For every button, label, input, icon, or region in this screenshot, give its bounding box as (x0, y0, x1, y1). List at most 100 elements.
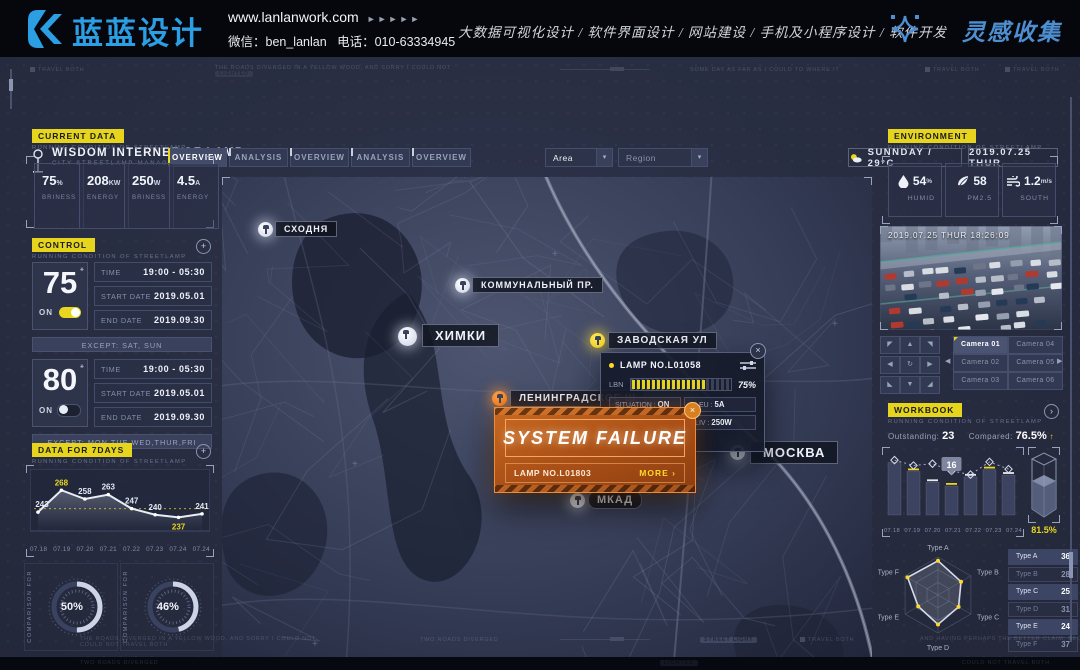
tab-analysis-1[interactable]: ANALYSIS (229, 148, 288, 167)
camera-buttons: Camera 01 Camera 02 Camera 03 Camera 04 … (953, 336, 1061, 388)
camera-prev-arrow[interactable]: ◀ (945, 357, 950, 365)
popup-close-icon[interactable]: × (750, 343, 766, 359)
current-data-subtitle: RUNNING CONDITION OF STREETLAMP (32, 145, 187, 151)
deco-text: TRAVEL BOTH (800, 637, 854, 643)
bulb-icon: ⚹ (80, 266, 84, 274)
dpad-left-button[interactable]: ◀ (880, 356, 900, 374)
camera-02-button[interactable]: Camera 02 (953, 354, 1008, 372)
legend-type-a[interactable]: Type A36 (1008, 549, 1078, 565)
brand-name: 蓝蓝设计 (72, 8, 204, 53)
svg-text:16: 16 (946, 460, 956, 470)
week-line-chart: 243268258263247240237241 (30, 469, 210, 539)
environment-title: ENVIRONMENT (888, 129, 976, 143)
map-pin-mkad[interactable] (570, 493, 585, 508)
deco-slider[interactable] (560, 637, 650, 643)
camera-01-button[interactable]: Camera 01 (953, 336, 1008, 354)
right-scroll-handle[interactable] (1069, 552, 1073, 578)
compared-stat: Compared: 76.5% ↑ (969, 430, 1054, 442)
chevron-down-icon: ▾ (691, 149, 707, 166)
workbook-subtitle: RUNNING CONDITION OF STREETLAMP (888, 419, 1043, 425)
toggle-off[interactable] (57, 404, 81, 417)
gauge-percent: 81.5% (1028, 525, 1060, 535)
svg-text:241: 241 (195, 502, 209, 511)
week-chart-x-axis: 07.1807.1907.2007.2107.2207.2307.2407.24 (30, 546, 210, 553)
stat-energy-kw: 208KW ENERGY (79, 163, 129, 229)
bulb-icon: ⚹ (80, 363, 84, 371)
brand-services: 大数据可视化设计 / 软件界面设计 / 网站建设 / 手机及小程序设计 / 软件… (458, 21, 947, 41)
map-pin-leningradskoe[interactable] (492, 391, 507, 406)
legend-type-b[interactable]: Type B28 (1008, 567, 1078, 583)
control-subtitle: RUNNING CONDITION OF STREETLAMP (32, 254, 187, 260)
svg-text:Type B: Type B (977, 570, 999, 577)
dpad-down-right-button[interactable]: ◢ (920, 376, 940, 394)
svg-text:237: 237 (172, 522, 186, 531)
svg-text:Type E: Type E (878, 615, 899, 622)
workbook-bar-panel: 16 07.1807.1907.2007.2107.2207.2307.24 (882, 447, 1024, 537)
dpad-down-button[interactable]: ▼ (900, 376, 920, 394)
arrows-icon: ►►►►► (367, 14, 422, 24)
lamp-popup-title: LAMP NO.L01058 (620, 360, 740, 370)
svg-text:247: 247 (125, 497, 139, 506)
dpad-right-button[interactable]: ▶ (920, 356, 940, 374)
sparkle-icon (888, 12, 922, 46)
more-button[interactable]: MORE › (639, 468, 676, 478)
camera-timestamp: 2019.07.25 THUR 18:26:09 (888, 231, 1010, 240)
env-wind-card: 1.2m/s SOUTH (1002, 163, 1056, 217)
svg-text:268: 268 (55, 478, 69, 487)
tab-overview-2[interactable]: OVERVIEW (290, 148, 349, 167)
map-label[interactable]: ХИМКИ (422, 324, 499, 347)
city-map[interactable]: + + + + СХОДНЯ КОММУНАЛЬНЫЙ ПР. ХИМКИ ЗА… (222, 177, 872, 670)
dpad-down-left-button[interactable]: ◣ (880, 376, 900, 394)
camera-next-arrow[interactable]: ▶ (1057, 357, 1062, 365)
map-pin-zavodskaya[interactable] (590, 333, 605, 348)
lbn-value: 75% (738, 380, 756, 390)
deco-slider[interactable] (560, 67, 650, 73)
deco-text: THE ROADS DIVERGED IN A YELLOW WOOD, AND… (215, 65, 451, 77)
week-chart-title: DATA FOR 7DAYS (32, 443, 132, 457)
deco-text: TRAVEL BOTH (30, 67, 84, 73)
workbook-x-axis: 07.1807.1907.2007.2107.2207.2307.24 (884, 528, 1022, 534)
map-label[interactable]: СХОДНЯ (275, 221, 337, 237)
legend-type-d[interactable]: Type D31 (1008, 602, 1078, 618)
map-label[interactable]: МКАД (588, 491, 642, 509)
dpad-up-left-button[interactable]: ◤ (880, 336, 900, 354)
region-select[interactable]: Region ▾ (618, 148, 708, 167)
workbook-bar-chart: 16 (884, 449, 1022, 521)
camera-03-button[interactable]: Camera 03 (953, 372, 1008, 390)
legend-type-c[interactable]: Type C25 (1008, 584, 1078, 600)
map-pin-kommunalny[interactable] (455, 278, 470, 293)
map-pin-khimki[interactable] (398, 327, 417, 346)
workbook-more-button[interactable]: › (1044, 404, 1059, 419)
gauge-value: 46% (157, 601, 179, 613)
environment-subtitle: RUNNING CONDITION OF STREETLAMP (888, 145, 1043, 151)
env-pm25-card: 58 PM2.5 (945, 163, 999, 217)
env-humidity-card: 54% HUMID (888, 163, 942, 217)
add-control-button[interactable]: + (196, 239, 211, 254)
droplet-icon (898, 175, 909, 188)
camera-06-button[interactable]: Camera 06 (1008, 372, 1063, 390)
camera-05-button[interactable]: Camera 05 (1008, 354, 1063, 372)
tab-overview-3[interactable]: OVERVIEW (412, 148, 471, 167)
legend-type-e[interactable]: Type E24 (1008, 619, 1078, 635)
alert-close-icon[interactable]: × (684, 402, 701, 419)
dpad-refresh-button[interactable]: ↻ (900, 356, 920, 374)
deco-text: TWO ROADS DIVERGED (420, 637, 499, 643)
dpad-up-right-button[interactable]: ◥ (920, 336, 940, 354)
toggle-on[interactable] (59, 307, 81, 318)
dpad-up-button[interactable]: ▲ (900, 336, 920, 354)
map-pin-skhodnya[interactable] (258, 222, 273, 237)
left-scroll-handle[interactable] (9, 79, 13, 91)
map-label[interactable]: КОММУНАЛЬНЫЙ ПР. (472, 277, 603, 293)
tab-analysis-2[interactable]: ANALYSIS (351, 148, 410, 167)
workbook-title: WORKBOOK (888, 403, 962, 417)
slider-settings-icon[interactable] (740, 360, 756, 370)
camera-view[interactable]: 2019.07.25 THUR 18:26:09 (880, 226, 1062, 330)
start-date-row: START DATE2019.05.01 (94, 383, 212, 403)
camera-04-button[interactable]: Camera 04 (1008, 336, 1063, 354)
svg-text:Type C: Type C (977, 615, 999, 622)
area-select[interactable]: Area ▾ (545, 148, 613, 167)
deco-text: TRAVEL BOTH (1005, 67, 1059, 73)
brand-website[interactable]: www.lanlanwork.com►►►►► (228, 9, 421, 25)
expand-week-chart-button[interactable]: + (196, 444, 211, 459)
map-label[interactable]: ЗАВОДСКАЯ УЛ (608, 332, 717, 349)
